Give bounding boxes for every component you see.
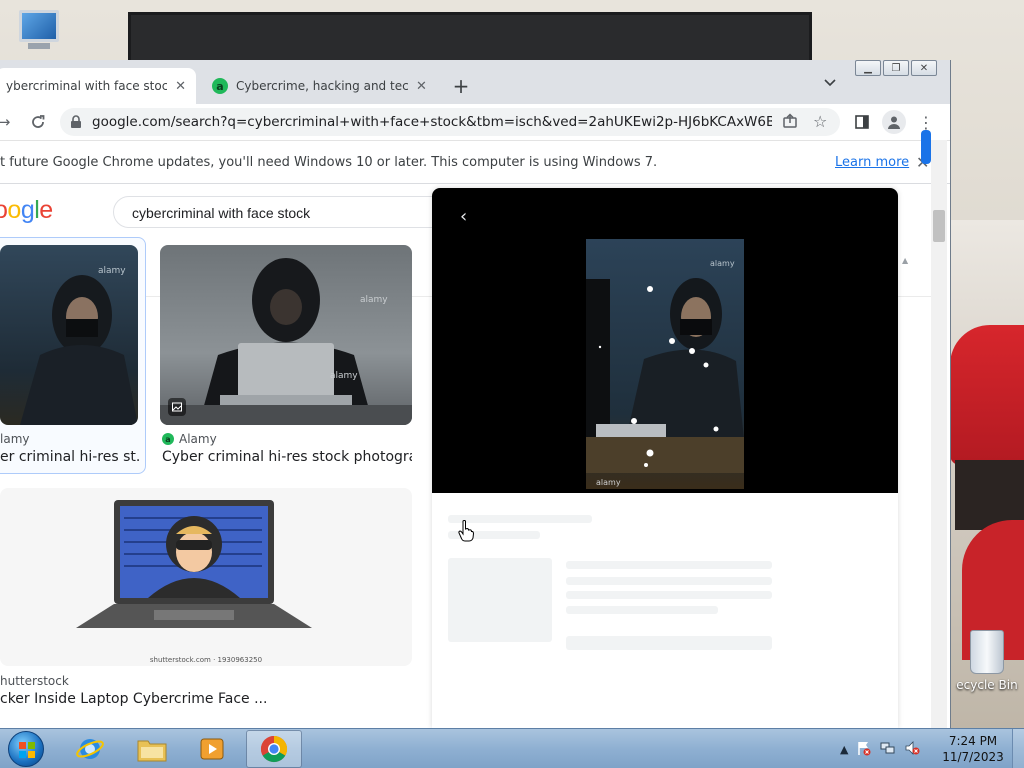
folder-icon [137, 740, 167, 762]
learn-more-link[interactable]: Learn more [835, 155, 909, 170]
url-text: google.com/search?q=cybercriminal+with+f… [92, 114, 772, 130]
wallpaper-person [950, 325, 1024, 465]
image-thumbnail[interactable]: alamy [0, 245, 138, 425]
result-source: hutterstock [0, 674, 69, 688]
recycle-bin-icon [970, 630, 1004, 674]
tab-alamy[interactable]: a Cybercrime, hacking and technol ✕ [202, 68, 438, 104]
taskbar-internet-explorer[interactable] [62, 730, 118, 768]
system-clock[interactable]: 7:24 PM 11/7/2023 [940, 733, 1006, 765]
clock-time: 7:24 PM [948, 734, 998, 748]
restore-button[interactable]: ❐ [883, 60, 909, 76]
tab-title: ybercriminal with face stock - G [6, 79, 167, 93]
bookmark-star-icon[interactable]: ☆ [813, 112, 827, 131]
taskbar-chrome[interactable] [246, 730, 302, 768]
sign-in-button-edge[interactable] [921, 130, 931, 164]
taskbar-media-player[interactable] [184, 730, 240, 768]
infobar-message: t future Google Chrome updates, you'll n… [0, 154, 658, 170]
media-player-icon [200, 738, 224, 760]
preview-back-chevron-icon[interactable]: ‹ [460, 206, 467, 227]
windows-taskbar: ▲ 7:24 PM 11/7/2023 [0, 728, 1024, 768]
lock-icon [71, 115, 81, 128]
browser-toolbar: → google.com/search?q=cybercriminal+with… [0, 104, 950, 140]
loading-skeleton [566, 591, 772, 599]
preview-scroll-up-icon[interactable]: ▲ [902, 256, 908, 265]
windows-logo-icon [19, 742, 35, 758]
hacker-laptop-image: alamy alamy [160, 258, 412, 425]
result-caption[interactable]: er criminal hi-res st... [0, 449, 140, 465]
browser-window: ybercriminal with face stock - G ✕ a Cyb… [0, 60, 951, 728]
side-panel-icon[interactable] [850, 110, 874, 134]
window-controls: ▁ ❐ ✕ [855, 60, 937, 76]
share-icon[interactable] [782, 113, 798, 132]
svg-text:alamy: alamy [330, 371, 358, 381]
loading-skeleton [566, 577, 772, 585]
address-bar[interactable]: google.com/search?q=cybercriminal+with+f… [60, 108, 840, 136]
action-center-flag-icon[interactable] [856, 740, 872, 759]
hooded-hacker-image: alamy [20, 266, 138, 425]
loading-skeleton [566, 636, 772, 650]
close-tab-icon[interactable]: ✕ [175, 79, 186, 94]
cartoon-hacker-laptop-image: shutterstock.com · 1930963250 [76, 500, 312, 664]
update-infobar: t future Google Chrome updates, you'll n… [0, 140, 950, 184]
monitor-base [28, 43, 50, 49]
taskbar-file-explorer[interactable] [124, 730, 180, 768]
new-tab-button[interactable]: + [450, 74, 472, 98]
internet-explorer-icon [76, 739, 104, 759]
result-caption[interactable]: Cyber criminal hi-res stock photogra... [162, 449, 412, 465]
monitor-icon [19, 10, 59, 42]
desktop-recycle-bin[interactable]: ecycle Bin [950, 630, 1024, 692]
image-thumbnail[interactable]: shutterstock.com · 1930963250 [0, 488, 412, 666]
profile-avatar-icon[interactable] [882, 110, 906, 134]
network-icon[interactable] [880, 740, 896, 759]
recycle-bin-label: ecycle Bin [956, 678, 1018, 692]
forward-arrow-icon[interactable]: → [0, 110, 16, 134]
image-badge-icon [168, 398, 186, 416]
tab-google-images[interactable]: ybercriminal with face stock - G ✕ [0, 68, 196, 104]
preview-image-area: ‹ alamy alamy [432, 188, 898, 493]
system-tray: ▲ [840, 733, 920, 765]
reload-icon[interactable] [26, 110, 50, 134]
scrollbar-thumb[interactable] [933, 210, 945, 242]
result-caption[interactable]: cker Inside Laptop Cybercrime Face ... [0, 691, 300, 707]
google-logo[interactable]: oogle [0, 196, 53, 225]
result-source: lamy [0, 432, 30, 446]
loading-skeleton [448, 558, 552, 642]
preview-image[interactable]: alamy alamy [586, 239, 744, 489]
hooded-hacker-preview: alamy alamy [586, 239, 744, 489]
alamy-favicon-icon: a [162, 433, 174, 445]
alamy-favicon-icon: a [212, 78, 228, 94]
chrome-icon [260, 735, 288, 763]
result-source-name: Alamy [179, 432, 217, 446]
svg-text:alamy: alamy [710, 259, 735, 268]
svg-text:shutterstock.com · 1930963250: shutterstock.com · 1930963250 [150, 656, 262, 664]
desktop-computer-icon[interactable] [14, 10, 64, 49]
svg-text:alamy: alamy [98, 266, 126, 276]
svg-text:alamy: alamy [360, 295, 388, 305]
close-window-button[interactable]: ✕ [911, 60, 937, 76]
tab-title: Cybercrime, hacking and technol [236, 79, 408, 93]
loading-skeleton [566, 606, 718, 614]
close-tab-icon[interactable]: ✕ [416, 79, 427, 94]
clock-date: 11/7/2023 [942, 750, 1004, 764]
wallpaper-tv [128, 12, 812, 66]
tray-expand-icon[interactable]: ▲ [840, 743, 848, 756]
show-desktop-button[interactable] [1012, 729, 1024, 768]
loading-skeleton [566, 561, 772, 569]
image-thumbnail[interactable]: alamy alamy [160, 245, 412, 425]
result-source: a Alamy [162, 432, 217, 446]
minimize-button[interactable]: ▁ [855, 60, 881, 76]
svg-text:alamy: alamy [596, 478, 621, 487]
start-button[interactable] [8, 731, 44, 767]
tab-search-chevron-icon[interactable] [824, 76, 836, 90]
volume-muted-icon[interactable] [904, 740, 920, 759]
hand-cursor-icon [458, 520, 475, 545]
tab-strip: ybercriminal with face stock - G ✕ a Cyb… [0, 60, 950, 104]
image-preview-panel: ‹ alamy alamy [432, 188, 898, 728]
